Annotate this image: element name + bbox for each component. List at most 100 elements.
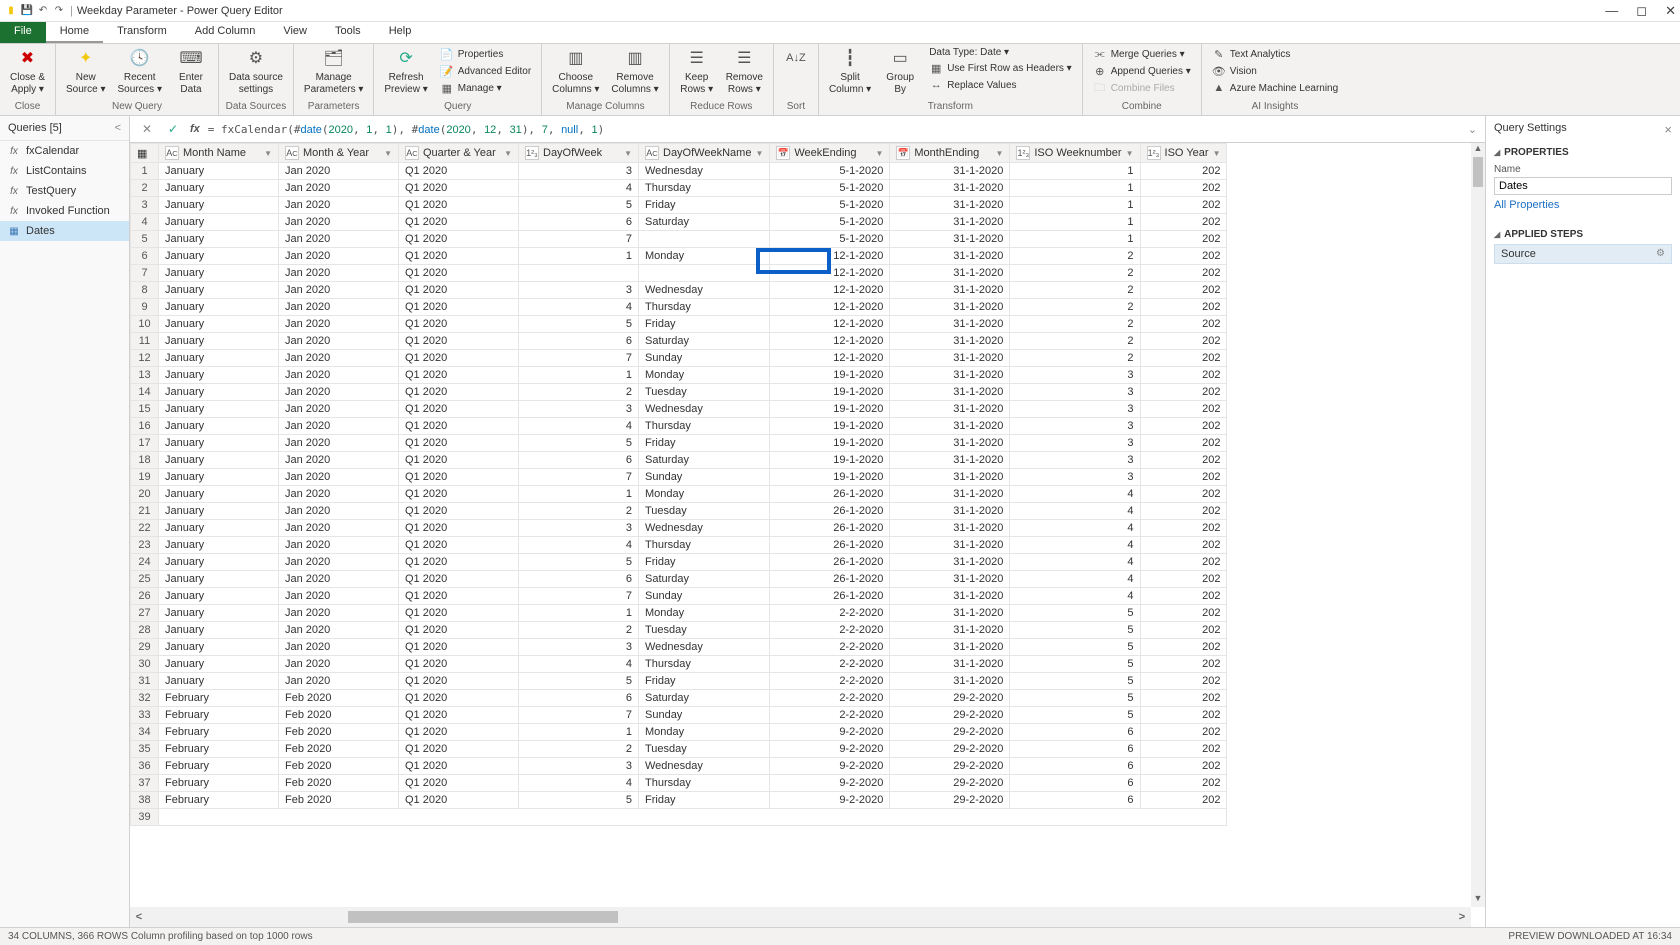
cell[interactable]: 6 (519, 571, 639, 588)
cell[interactable]: Saturday (639, 690, 770, 707)
query-item[interactable]: fxInvoked Function (0, 201, 129, 221)
cell[interactable]: 202 (1140, 316, 1227, 333)
cell[interactable]: 31-1-2020 (890, 282, 1010, 299)
cell[interactable]: Q1 2020 (399, 707, 519, 724)
cell[interactable]: February (159, 775, 279, 792)
cell[interactable]: Thursday (639, 299, 770, 316)
cancel-formula-icon[interactable]: ✕ (138, 120, 156, 138)
cell[interactable]: 29-2-2020 (890, 758, 1010, 775)
cell[interactable]: Q1 2020 (399, 163, 519, 180)
cell[interactable]: 3 (1010, 367, 1140, 384)
cell[interactable]: Friday (639, 435, 770, 452)
vertical-scrollbar[interactable]: ▲ ▼ (1471, 143, 1485, 907)
cell[interactable]: Jan 2020 (279, 180, 399, 197)
cell[interactable]: Jan 2020 (279, 384, 399, 401)
azure-ml-button[interactable]: ▲Azure Machine Learning (1208, 80, 1342, 96)
cell[interactable]: 3 (1010, 384, 1140, 401)
cell[interactable]: February (159, 690, 279, 707)
cell[interactable]: Jan 2020 (279, 418, 399, 435)
cell[interactable]: Feb 2020 (279, 792, 399, 809)
cell[interactable]: 5 (519, 554, 639, 571)
cell[interactable]: Q1 2020 (399, 452, 519, 469)
row-number[interactable]: 28 (131, 622, 159, 639)
cell[interactable]: 6 (519, 690, 639, 707)
cell[interactable]: Q1 2020 (399, 792, 519, 809)
cell[interactable]: Q1 2020 (399, 554, 519, 571)
cell[interactable]: 6 (519, 452, 639, 469)
cell[interactable]: 6 (1010, 741, 1140, 758)
first-row-headers-button[interactable]: ▦Use First Row as Headers ▾ (925, 60, 1076, 76)
cell[interactable]: January (159, 384, 279, 401)
cell[interactable]: January (159, 673, 279, 690)
accept-formula-icon[interactable]: ✓ (164, 120, 182, 138)
cell[interactable]: January (159, 163, 279, 180)
cell[interactable]: January (159, 435, 279, 452)
advanced-editor-button[interactable]: 📝Advanced Editor (436, 63, 535, 79)
cell[interactable]: Friday (639, 554, 770, 571)
gear-icon[interactable]: ⚙ (1656, 248, 1665, 260)
cell[interactable]: January (159, 231, 279, 248)
cell[interactable]: 31-1-2020 (890, 588, 1010, 605)
cell[interactable]: 3 (519, 401, 639, 418)
cell[interactable]: 29-2-2020 (890, 775, 1010, 792)
cell[interactable]: January (159, 180, 279, 197)
cell[interactable]: 31-1-2020 (890, 299, 1010, 316)
filter-dropdown-icon[interactable]: ▼ (875, 149, 883, 158)
cell[interactable]: January (159, 316, 279, 333)
cell[interactable]: 19-1-2020 (770, 435, 890, 452)
recent-sources-button[interactable]: 🕓Recent Sources ▾ (114, 46, 166, 98)
cell[interactable]: January (159, 520, 279, 537)
cell[interactable]: 5-1-2020 (770, 163, 890, 180)
filter-dropdown-icon[interactable]: ▼ (264, 149, 272, 158)
cell[interactable]: Q1 2020 (399, 316, 519, 333)
cell[interactable]: 202 (1140, 758, 1227, 775)
cell[interactable]: February (159, 707, 279, 724)
cell[interactable]: 26-1-2020 (770, 520, 890, 537)
cell[interactable]: 202 (1140, 180, 1227, 197)
cell[interactable]: 202 (1140, 554, 1227, 571)
cell[interactable]: 31-1-2020 (890, 486, 1010, 503)
cell[interactable]: January (159, 265, 279, 282)
cell[interactable]: 31-1-2020 (890, 401, 1010, 418)
cell[interactable]: 31-1-2020 (890, 418, 1010, 435)
cell[interactable]: 31-1-2020 (890, 554, 1010, 571)
cell[interactable]: Tuesday (639, 622, 770, 639)
cell[interactable]: Q1 2020 (399, 197, 519, 214)
cell[interactable]: 4 (1010, 537, 1140, 554)
cell[interactable]: 26-1-2020 (770, 554, 890, 571)
cell[interactable]: 31-1-2020 (890, 656, 1010, 673)
column-header[interactable]: ACQuarter & Year▼ (399, 144, 519, 163)
cell[interactable]: January (159, 622, 279, 639)
row-number[interactable]: 16 (131, 418, 159, 435)
cell[interactable]: Q1 2020 (399, 605, 519, 622)
cell[interactable]: 26-1-2020 (770, 588, 890, 605)
cell[interactable]: Jan 2020 (279, 163, 399, 180)
cell[interactable]: Jan 2020 (279, 656, 399, 673)
cell[interactable]: 202 (1140, 197, 1227, 214)
cell[interactable]: 6 (519, 214, 639, 231)
cell[interactable]: 3 (519, 520, 639, 537)
cell[interactable]: January (159, 299, 279, 316)
maximize-button[interactable]: ◻ (1636, 3, 1647, 19)
cell[interactable]: 29-2-2020 (890, 792, 1010, 809)
cell[interactable]: Jan 2020 (279, 486, 399, 503)
cell[interactable]: 19-1-2020 (770, 418, 890, 435)
cell[interactable]: 6 (519, 333, 639, 350)
cell[interactable]: Jan 2020 (279, 469, 399, 486)
cell[interactable]: 202 (1140, 486, 1227, 503)
cell[interactable]: 31-1-2020 (890, 673, 1010, 690)
filter-dropdown-icon[interactable]: ▼ (995, 149, 1003, 158)
row-number[interactable]: 37 (131, 775, 159, 792)
cell[interactable]: 4 (1010, 571, 1140, 588)
cell[interactable]: 202 (1140, 503, 1227, 520)
cell[interactable]: 202 (1140, 163, 1227, 180)
cell[interactable]: 5-1-2020 (770, 197, 890, 214)
cell[interactable]: January (159, 656, 279, 673)
cell[interactable]: 5 (519, 197, 639, 214)
cell[interactable]: 202 (1140, 690, 1227, 707)
row-number[interactable]: 39 (131, 809, 159, 826)
save-icon[interactable]: 💾 (20, 4, 34, 18)
cell[interactable]: Tuesday (639, 384, 770, 401)
cell[interactable]: Q1 2020 (399, 775, 519, 792)
cell[interactable]: Tuesday (639, 503, 770, 520)
